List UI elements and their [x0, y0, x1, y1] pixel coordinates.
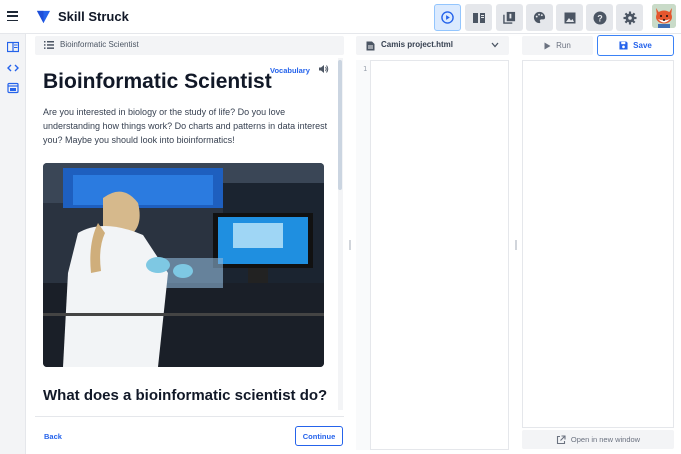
section-title: What does a bioinformatic scientist do? — [43, 387, 328, 404]
lesson-button[interactable] — [465, 4, 492, 31]
save-label: Save — [633, 41, 652, 50]
library-icon — [503, 11, 516, 24]
code-editor[interactable] — [356, 60, 509, 450]
skill-struck-logo-icon — [36, 10, 51, 24]
scientist-photo — [43, 163, 324, 367]
help-button[interactable]: ? — [586, 4, 613, 31]
lesson-footer-divider — [35, 416, 344, 417]
open-new-label: Open in new window — [570, 435, 641, 444]
lesson-breadcrumb[interactable]: Bioinformatic Scientist — [35, 36, 344, 55]
back-button[interactable]: Back — [44, 432, 62, 441]
code-icon[interactable] — [7, 62, 19, 74]
run-button[interactable]: Run — [522, 36, 593, 55]
lesson-intro: Are you interested in biology or the stu… — [43, 107, 328, 145]
chevron-down-icon — [491, 42, 499, 48]
preview-pane[interactable] — [522, 60, 674, 428]
theme-button[interactable] — [526, 4, 553, 31]
top-bar: Skill Struck ? — [0, 0, 681, 34]
run-preview-button[interactable] — [434, 4, 461, 31]
lesson-title: Bioinformatic Scientist — [43, 70, 272, 93]
book-icon — [472, 12, 485, 23]
panel-resize-handle[interactable] — [349, 240, 351, 250]
save-button[interactable]: Save — [597, 35, 674, 56]
images-button[interactable] — [556, 4, 583, 31]
lesson-scrollbar-thumb[interactable] — [338, 60, 342, 190]
help-icon: ? — [593, 11, 606, 24]
external-link-icon — [556, 434, 566, 444]
svg-text:?: ? — [597, 13, 603, 23]
hamburger-menu-icon[interactable] — [7, 11, 18, 22]
run-label: Run — [556, 41, 571, 50]
panel-resize-handle[interactable] — [515, 240, 517, 250]
vocabulary-link[interactable]: Vocabulary — [270, 66, 310, 75]
brand-name: Skill Struck — [58, 9, 129, 24]
breadcrumb-title: Bioinformatic Scientist — [60, 40, 139, 49]
list-icon — [44, 41, 54, 49]
user-avatar[interactable] — [652, 4, 676, 28]
settings-button[interactable] — [616, 4, 643, 31]
file-icon — [366, 41, 375, 51]
speaker-icon[interactable] — [318, 64, 329, 74]
file-name: Camis project.html — [381, 40, 454, 49]
gear-icon — [623, 11, 636, 24]
line-number: 1 — [363, 65, 368, 73]
line-number-gutter — [356, 60, 371, 450]
file-selector[interactable]: Camis project.html — [356, 36, 509, 55]
save-icon — [619, 41, 628, 50]
play-icon — [544, 42, 551, 49]
left-rail — [0, 34, 26, 454]
library-button[interactable] — [496, 4, 523, 31]
continue-button[interactable]: Continue — [295, 426, 343, 446]
lesson-panel-icon[interactable] — [7, 41, 19, 53]
open-in-new-window-button[interactable]: Open in new window — [522, 430, 674, 449]
play-icon — [441, 11, 454, 24]
image-icon — [564, 12, 575, 23]
palette-icon — [533, 11, 546, 24]
browser-preview-icon[interactable] — [7, 82, 19, 94]
fox-avatar-icon — [652, 4, 676, 28]
